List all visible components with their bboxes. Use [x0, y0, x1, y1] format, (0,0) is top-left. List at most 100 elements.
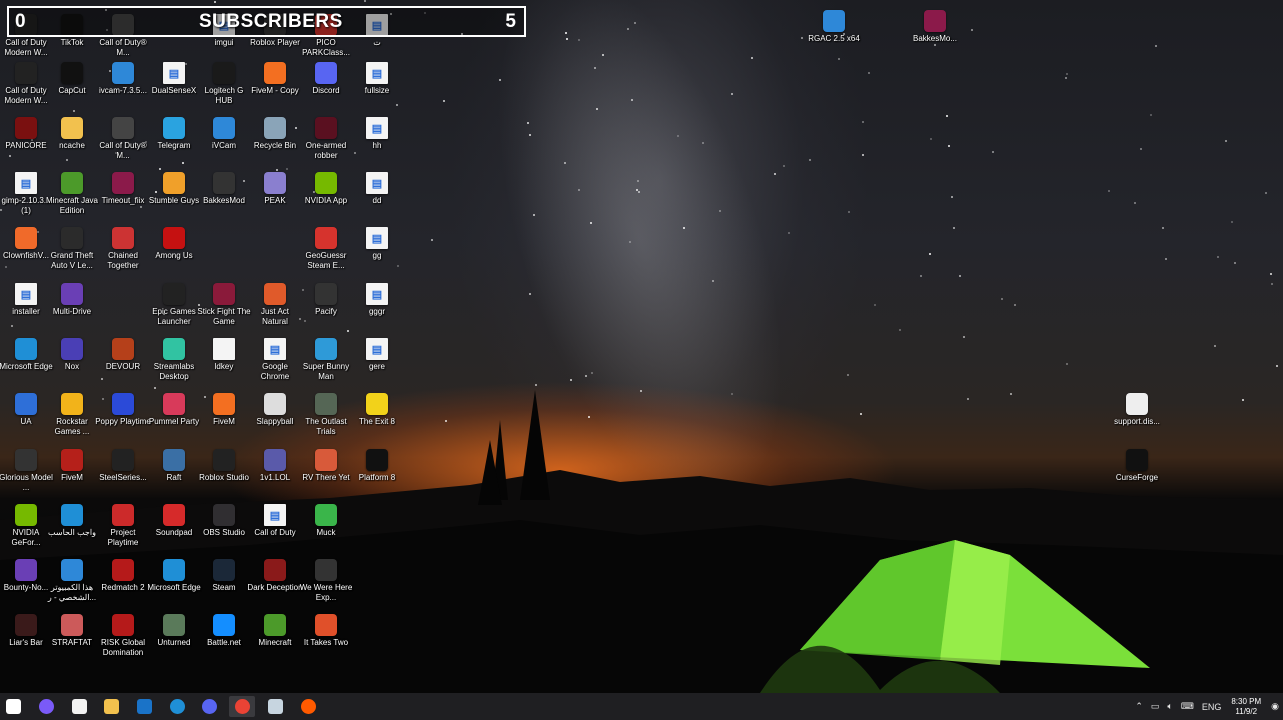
desktop-icon[interactable]: Poppy Playtime	[95, 393, 151, 427]
desktop-icon[interactable]: NVIDIA App	[300, 172, 352, 206]
desktop-icon[interactable]: Stick Fight The Game	[197, 283, 251, 327]
desktop-icon[interactable]: Redmatch 2	[97, 559, 149, 593]
taskbar-button[interactable]	[0, 696, 26, 717]
desktop-icon[interactable]: RGAC 2.5 x64	[808, 10, 860, 44]
desktop-icon[interactable]: The Exit 8	[351, 393, 403, 427]
desktop-icon[interactable]: Streamlabs Desktop	[148, 338, 200, 382]
desktop-icon[interactable]: Multi-Drive	[46, 283, 98, 317]
language-indicator[interactable]: ENG	[1202, 702, 1222, 712]
clock[interactable]: 8:30 PM 11/9/2	[1231, 697, 1261, 717]
desktop-icon[interactable]: Glorious Model ...	[0, 449, 53, 493]
desktop-icon[interactable]: CapCut	[46, 62, 98, 96]
desktop-icon[interactable]: 1v1.LOL	[249, 449, 301, 483]
desktop-icon[interactable]: support.dis...	[1111, 393, 1163, 427]
desktop-icon[interactable]: ▤ hh	[351, 117, 403, 151]
desktop-icon[interactable]: NVIDIA GeFor...	[0, 504, 52, 548]
desktop-icon[interactable]: FiveM - Copy	[249, 62, 301, 96]
desktop-icon[interactable]: The Outlast Trials	[300, 393, 352, 437]
desktop-icon[interactable]: FiveM	[46, 449, 98, 483]
desktop-icon[interactable]: ▤ gere	[351, 338, 403, 372]
streamlabs-icon	[163, 338, 185, 360]
desktop-icon[interactable]: BakkesMo...	[909, 10, 961, 44]
desktop-icon[interactable]: GeoGuessr Steam E...	[300, 227, 352, 271]
desktop-icon[interactable]: PEAK	[249, 172, 301, 206]
desktop-icon[interactable]: Microsoft Edge	[147, 559, 201, 593]
desktop-icon[interactable]: FiveM	[198, 393, 250, 427]
desktop-icon[interactable]: Pummel Party	[148, 393, 200, 427]
desktop-icon[interactable]: RISK Global Domination	[97, 614, 149, 658]
taskbar-button[interactable]	[295, 696, 321, 717]
desktop-icon[interactable]: OBS Studio	[198, 504, 250, 538]
geoguessr-icon	[315, 227, 337, 249]
devour-icon	[112, 338, 134, 360]
desktop-icon[interactable]: Super Bunny Man	[300, 338, 352, 382]
desktop-icon[interactable]: iVCam	[198, 117, 250, 151]
desktop-icon[interactable]: واجب الحاسب	[46, 504, 98, 538]
desktop-icon[interactable]: We Were Here Exp...	[300, 559, 352, 603]
desktop-icon[interactable]: Steam	[198, 559, 250, 593]
desktop-icon[interactable]: It Takes Two	[300, 614, 352, 648]
network-icon[interactable]: ▭	[1151, 701, 1160, 712]
desktop-icon[interactable]: DEVOUR	[97, 338, 149, 372]
desktop-icon[interactable]: هذا الكمبيوتر الشخصي - ر...	[46, 559, 98, 603]
desktop-icon[interactable]: BakkesMod	[198, 172, 250, 206]
desktop-icon[interactable]: Battle.net	[198, 614, 250, 648]
desktop-icon[interactable]: Discord	[300, 62, 352, 96]
desktop-icon[interactable]: ▤ fullsize	[351, 62, 403, 96]
desktop-icon[interactable]: Call of Duty® M...	[97, 117, 149, 161]
desktop-icon[interactable]: ▤ Google Chrome	[249, 338, 301, 382]
desktop-icon[interactable]: Epic Games Launcher	[148, 283, 200, 327]
desktop-icon[interactable]: Muck	[300, 504, 352, 538]
keyboard-icon[interactable]: ⌨︎	[1181, 701, 1194, 712]
desktop-icon[interactable]: ncache	[46, 117, 98, 151]
taskbar-button[interactable]	[131, 696, 157, 717]
desktop-icon[interactable]: Just Act Natural	[249, 283, 301, 327]
desktop-icon[interactable]: Telegram	[148, 117, 200, 151]
desktop-icon[interactable]: ▤ DualSenseX	[148, 62, 200, 96]
taskbar-button[interactable]	[229, 696, 255, 717]
desktop-icon[interactable]: ▤ dd	[351, 172, 403, 206]
chevron-up-icon[interactable]: ⌃	[1135, 701, 1143, 712]
taskbar-button[interactable]	[66, 696, 92, 717]
desktop-icon[interactable]: Nox	[46, 338, 98, 372]
desktop-icon[interactable]: Raft	[148, 449, 200, 483]
taskbar-button[interactable]	[164, 696, 190, 717]
desktop-icon[interactable]: Project Playtime	[97, 504, 149, 548]
desktop-icon[interactable]: SteelSeries...	[97, 449, 149, 483]
desktop-icon[interactable]: One-armed robber	[300, 117, 352, 161]
desktop-icon[interactable]: ivcam-7.3.5...	[97, 62, 149, 96]
taskbar-button[interactable]	[33, 696, 59, 717]
desktop-icon[interactable]: Stumble Guys	[148, 172, 200, 206]
desktop-icon[interactable]: ▤ gggr	[351, 283, 403, 317]
desktop-icon[interactable]: Platform 8	[351, 449, 403, 483]
taskbar-button[interactable]	[98, 696, 124, 717]
desktop-icon[interactable]: Minecraft Java Edition	[46, 172, 98, 216]
desktop-icon[interactable]: Grand Theft Auto V Le...	[46, 227, 98, 271]
desktop-icon[interactable]: STRAFTAT	[46, 614, 98, 648]
desktop-icon[interactable]: Slappyball	[249, 393, 301, 427]
desktop-icon[interactable]: Call of Duty Modern W...	[0, 62, 52, 106]
desktop-icon-label: NVIDIA App	[304, 196, 348, 205]
speaker-icon[interactable]: 🔈︎	[1167, 701, 1172, 712]
desktop-icon[interactable]: Roblox Studio	[198, 449, 250, 483]
desktop-icon[interactable]: Rockstar Games ...	[46, 393, 98, 437]
desktop-icon[interactable]: Chained Together	[97, 227, 149, 271]
desktop-icon[interactable]: CurseForge	[1111, 449, 1163, 483]
desktop-icon[interactable]: ▤ Call of Duty	[249, 504, 301, 538]
desktop-icon[interactable]: Pacify	[300, 283, 352, 317]
desktop-icon[interactable]: RV There Yet	[300, 449, 352, 483]
desktop-icon[interactable]: ▤ gg	[351, 227, 403, 261]
subscriber-left-value: 0	[15, 11, 26, 32]
desktop-icon[interactable]: Recycle Bin	[249, 117, 301, 151]
desktop-icon[interactable]: Dark Deception	[247, 559, 303, 593]
desktop-icon[interactable]: Among Us	[148, 227, 200, 261]
desktop-icon[interactable]: ldkey	[198, 338, 250, 372]
taskbar-button[interactable]	[262, 696, 288, 717]
desktop-icon[interactable]: Soundpad	[148, 504, 200, 538]
desktop-icon[interactable]: Minecraft	[249, 614, 301, 648]
desktop-icon[interactable]: Timeout_fiix	[97, 172, 149, 206]
desktop-icon[interactable]: Unturned	[148, 614, 200, 648]
notification-icon[interactable]: ◉	[1271, 701, 1279, 712]
taskbar-button[interactable]	[196, 696, 222, 717]
desktop-icon[interactable]: Logitech G HUB	[198, 62, 250, 106]
